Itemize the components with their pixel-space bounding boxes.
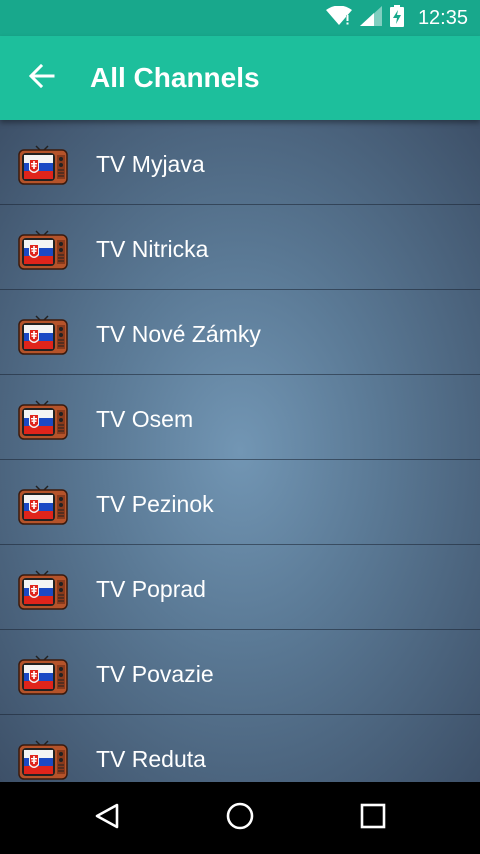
channel-list-item[interactable]: TV Pezinok bbox=[0, 460, 480, 545]
back-button[interactable] bbox=[18, 54, 66, 102]
channel-list[interactable]: TV Myjava TV Nitricka TV Nové Zámky TV O… bbox=[0, 120, 480, 782]
tv-slovakia-flag-icon bbox=[18, 736, 68, 782]
tv-slovakia-flag-icon bbox=[18, 226, 68, 272]
status-bar: 12:35 bbox=[0, 0, 480, 36]
channel-list-item[interactable]: TV Nové Zámky bbox=[0, 290, 480, 375]
tv-slovakia-flag-icon bbox=[18, 141, 68, 187]
battery-charging-icon bbox=[389, 4, 404, 32]
tv-slovakia-flag-icon bbox=[18, 481, 68, 527]
channel-name: TV Pezinok bbox=[96, 491, 214, 517]
channel-list-item[interactable]: TV Reduta bbox=[0, 715, 480, 782]
channel-list-item[interactable]: TV Poprad bbox=[0, 545, 480, 630]
recents-square-icon bbox=[360, 803, 386, 834]
channel-list-item[interactable]: TV Povazie bbox=[0, 630, 480, 715]
channel-list-item[interactable]: TV Myjava bbox=[0, 120, 480, 205]
channel-name: TV Poprad bbox=[96, 576, 206, 602]
tv-slovakia-flag-icon bbox=[18, 651, 68, 697]
navigation-bar bbox=[0, 782, 480, 854]
home-circle-icon bbox=[225, 801, 255, 836]
nav-back-button[interactable] bbox=[77, 788, 137, 848]
wifi-icon bbox=[325, 5, 352, 31]
tv-slovakia-flag-icon bbox=[18, 396, 68, 442]
channel-name: TV Nové Zámky bbox=[96, 321, 261, 347]
signal-icon bbox=[359, 5, 382, 31]
nav-home-button[interactable] bbox=[210, 788, 270, 848]
status-icons: 12:35 bbox=[325, 0, 468, 36]
channel-list-item[interactable]: TV Nitricka bbox=[0, 205, 480, 290]
page-title: All Channels bbox=[90, 62, 260, 93]
tv-slovakia-flag-icon bbox=[18, 566, 68, 612]
tv-slovakia-flag-icon bbox=[18, 311, 68, 357]
channel-name: TV Povazie bbox=[96, 661, 214, 687]
channel-name: TV Osem bbox=[96, 406, 194, 432]
status-time: 12:35 bbox=[417, 6, 468, 29]
arrow-left-icon bbox=[28, 63, 55, 93]
channel-list-item[interactable]: TV Osem bbox=[0, 375, 480, 460]
app-bar: All Channels bbox=[0, 36, 480, 120]
channel-name: TV Myjava bbox=[96, 151, 205, 177]
back-triangle-icon bbox=[93, 802, 121, 835]
channel-name: TV Reduta bbox=[96, 746, 206, 772]
nav-recents-button[interactable] bbox=[343, 788, 403, 848]
channel-name: TV Nitricka bbox=[96, 236, 209, 262]
